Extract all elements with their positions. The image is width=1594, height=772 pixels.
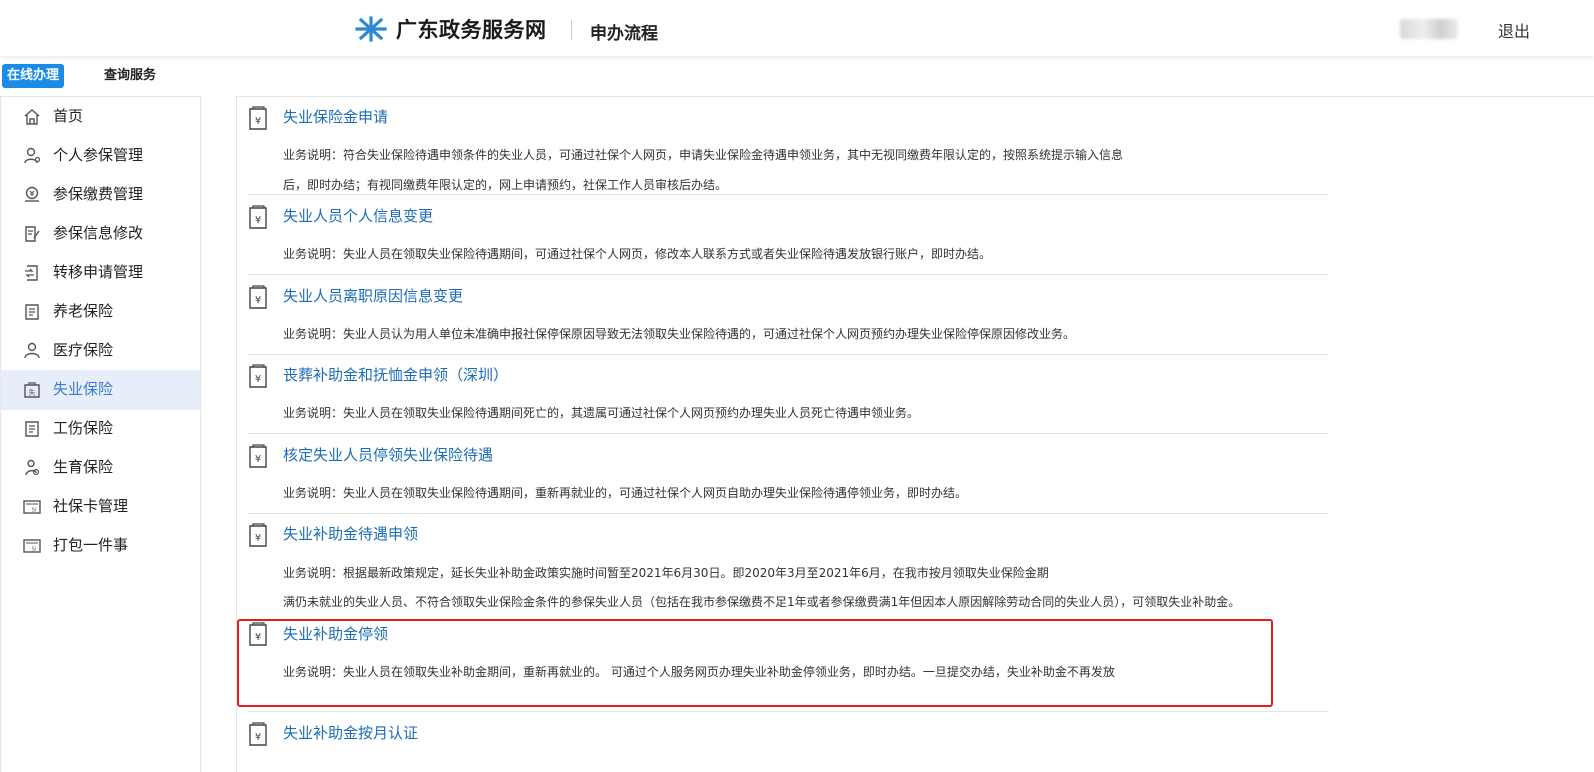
sidebar-item-label: 医疗保险: [53, 341, 114, 359]
site-logo-icon: [355, 16, 387, 42]
divider: [247, 711, 1329, 712]
svg-text:SI: SI: [32, 547, 37, 553]
sidebar-item-label: 转移申请管理: [53, 263, 144, 281]
svg-text:¥: ¥: [255, 732, 261, 743]
svg-text:¥: ¥: [255, 116, 261, 127]
service-desc: 业务说明：根据最新政策规定，延长失业补助金政策实施时间暂至2021年6月30日。…: [283, 566, 1049, 580]
sidebar-item-label: 失业保险: [53, 380, 114, 398]
sidebar-item-transfer[interactable]: 转移申请管理: [1, 253, 200, 293]
yuan-document-icon: ¥: [249, 722, 267, 746]
divider: [247, 433, 1329, 434]
sidebar-item-work-injury[interactable]: 工伤保险: [1, 409, 200, 449]
service-title-unemployment-benefit-apply[interactable]: 失业保险金申请: [283, 106, 388, 127]
svg-text:¥: ¥: [255, 454, 261, 465]
service-desc: 业务说明：失业人员在领取失业补助金期间，重新再就业的。 可通过个人服务网页办理失…: [283, 665, 1115, 679]
svg-text:失: 失: [29, 388, 36, 397]
sidebar-item-bundle[interactable]: SI 打包一件事: [1, 526, 200, 566]
service-title-monthly-certification[interactable]: 失业补助金按月认证: [283, 722, 418, 743]
service-desc: 后，即时办结；有视同缴费年限认定的，网上申请预约，社保工作人员审核后办结。: [283, 178, 728, 192]
svg-text:¥: ¥: [255, 295, 261, 306]
document-icon: [25, 421, 39, 437]
sidebar-item-label: 打包一件事: [53, 536, 129, 554]
sidebar-item-personal-insurance[interactable]: 个人参保管理: [1, 136, 200, 176]
home-icon: [24, 109, 40, 125]
page-title: 申办流程: [590, 24, 658, 44]
sidebar-item-social-card[interactable]: SI 社保卡管理: [1, 487, 200, 527]
yuan-document-icon: ¥: [249, 364, 267, 388]
sidebar-item-label: 社保卡管理: [53, 497, 129, 515]
service-title-subsidy-stop[interactable]: 失业补助金停领: [283, 623, 388, 644]
service-desc: 业务说明：失业人员在领取失业保险待遇期间死亡的，其遗属可通过社保个人网页预约办理…: [283, 406, 920, 420]
sidebar-item-label: 参保缴费管理: [53, 185, 144, 203]
card-icon: SI: [23, 500, 41, 514]
service-title-funeral-subsidy[interactable]: 丧葬补助金和抚恤金申领（深圳）: [283, 364, 508, 385]
sidebar-item-label: 个人参保管理: [53, 146, 144, 164]
logout-link[interactable]: 退出: [1498, 18, 1530, 42]
sidebar-item-payment[interactable]: 参保缴费管理: [1, 175, 200, 215]
site-title: 广东政务服务网: [396, 18, 547, 42]
yuan-document-icon: ¥: [249, 444, 267, 468]
service-desc: 业务说明：失业人员认为用人单位未准确申报社保停保原因导致无法领取失业保险待遇的，…: [283, 327, 1076, 341]
sidebar: 首页 个人参保管理 参保缴费管理 参保信息修改 转移申请管理 养老保险 医疗保险…: [0, 96, 201, 772]
yuan-document-icon: ¥: [249, 285, 267, 309]
svg-text:¥: ¥: [255, 533, 261, 544]
sidebar-item-medical[interactable]: 医疗保险: [1, 331, 200, 371]
service-title-subsidy-apply[interactable]: 失业补助金待遇申领: [283, 523, 418, 544]
service-title-stop-benefit[interactable]: 核定失业人员停领失业保险待遇: [283, 444, 493, 465]
svg-text:¥: ¥: [255, 632, 261, 643]
medical-person-icon: [24, 342, 40, 359]
svg-text:¥: ¥: [255, 215, 261, 226]
divider: [247, 354, 1329, 355]
yuan-document-icon: ¥: [249, 622, 267, 646]
edit-doc-icon: [25, 226, 40, 242]
header-divider: [571, 20, 572, 40]
sidebar-item-info-modify[interactable]: 参保信息修改: [1, 214, 200, 254]
divider: [247, 194, 1329, 195]
tab-online-service[interactable]: 在线办理: [2, 64, 65, 88]
sidebar-item-maternity[interactable]: 生育保险: [1, 448, 200, 488]
sidebar-item-unemployment[interactable]: 失 失业保险: [1, 370, 200, 410]
yuan-document-icon: ¥: [249, 205, 267, 229]
sidebar-item-pension[interactable]: 养老保险: [1, 292, 200, 332]
payment-icon: [25, 186, 39, 202]
document-icon: [25, 304, 39, 320]
service-title-separation-reason-change[interactable]: 失业人员离职原因信息变更: [283, 285, 463, 306]
sidebar-item-label: 养老保险: [53, 302, 114, 320]
sidebar-item-label: 首页: [53, 107, 84, 125]
yuan-document-icon: ¥: [249, 523, 267, 547]
service-desc: 业务说明：符合失业保险待遇申领条件的失业人员，可通过社保个人网页，申请失业保险金…: [283, 148, 1124, 162]
service-desc: 业务说明：失业人员在领取失业保险待遇期间，可通过社保个人网页，修改本人联系方式或…: [283, 247, 992, 261]
service-list: ¥ 失业保险金申请 业务说明：符合失业保险待遇申领条件的失业人员，可通过社保个人…: [236, 96, 1594, 772]
card-icon: SI: [23, 539, 41, 553]
user-name-blurred: [1400, 19, 1458, 39]
svg-text:SI: SI: [32, 508, 37, 514]
divider: [247, 513, 1329, 514]
maternity-icon: [25, 459, 40, 476]
sidebar-item-label: 生育保险: [53, 458, 114, 476]
sidebar-item-label: 参保信息修改: [53, 224, 144, 242]
unemployment-icon: 失: [24, 382, 40, 398]
transfer-icon: [25, 265, 38, 281]
sidebar-item-label: 工伤保险: [53, 419, 114, 437]
person-icon: [24, 147, 41, 164]
service-title-personal-info-change[interactable]: 失业人员个人信息变更: [283, 205, 433, 226]
service-desc: 满仍未就业的失业人员、不符合领取失业保险金条件的参保失业人员（包括在我市参保缴费…: [283, 595, 1241, 609]
service-desc: 业务说明：失业人员在领取失业保险待遇期间，重新再就业的，可通过社保个人网页自助办…: [283, 486, 968, 500]
top-header: 广东政务服务网 申办流程 退出: [0, 0, 1594, 56]
tab-query-service[interactable]: 查询服务: [104, 64, 156, 88]
divider: [247, 274, 1329, 275]
svg-text:¥: ¥: [255, 374, 261, 385]
yuan-document-icon: ¥: [249, 106, 267, 130]
sidebar-item-home[interactable]: 首页: [1, 97, 200, 137]
